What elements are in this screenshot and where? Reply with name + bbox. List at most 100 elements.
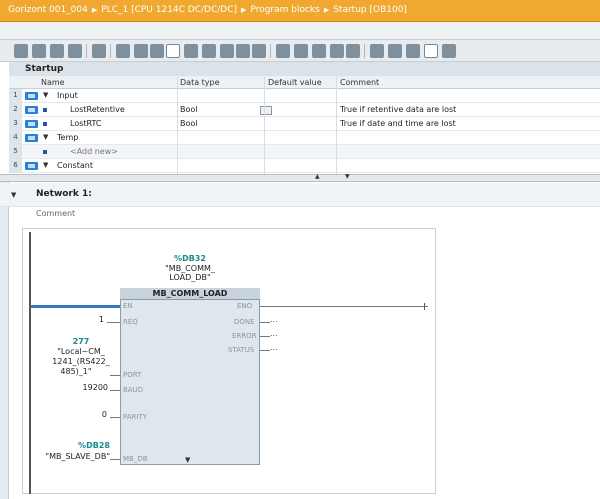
port-value[interactable]: 277 (55, 337, 107, 346)
instance-db-name-line1[interactable]: "MB_COMM_ (150, 264, 230, 273)
collapse-triangle-icon[interactable]: ▼ (43, 161, 48, 169)
outdent-icon[interactable] (388, 44, 402, 58)
insert-network-icon[interactable] (14, 44, 28, 58)
port-label-line1[interactable]: "Local~CM_ (45, 347, 117, 356)
function-block-title[interactable]: MB_COMM_LOAD (120, 288, 260, 300)
row-data-type[interactable]: Bool (180, 105, 198, 114)
panel-splitter[interactable] (0, 174, 600, 182)
eno-wire (260, 306, 428, 307)
row-data-type[interactable]: Bool (180, 119, 198, 128)
row-number: 1 (9, 89, 22, 103)
parity-value[interactable]: 0 (80, 410, 107, 419)
req-wire (107, 322, 120, 323)
row-number: 4 (9, 131, 22, 145)
row-name[interactable]: LostRTC (70, 119, 102, 128)
row-comment[interactable]: True if retentive data are lost (340, 105, 456, 114)
observe-icon[interactable] (406, 44, 420, 58)
column-data-type[interactable]: Data type (180, 78, 220, 87)
breadcrumb: Gorizont 001_004 ▶ PLC_1 [CPU 1214C DC/D… (8, 5, 407, 16)
table-view-icon[interactable] (150, 44, 164, 58)
error-output[interactable]: ... (270, 329, 278, 338)
pin-mb-db: MB_DB (123, 455, 148, 463)
row-name[interactable]: LostRetentive (70, 105, 125, 114)
interface-row[interactable]: 6 ▼ Constant (9, 159, 600, 173)
interface-title: Startup (9, 62, 600, 76)
comment-toggle-icon[interactable] (166, 44, 180, 58)
expand-icon[interactable] (184, 44, 198, 58)
splitter-arrows[interactable]: ▲ ▼ (315, 173, 355, 181)
add-row-icon[interactable] (68, 44, 82, 58)
instance-db-address[interactable]: %DB32 (160, 254, 220, 263)
breadcrumb-project[interactable]: Gorizont 001_004 (8, 5, 88, 16)
interface-row[interactable]: 2 LostRetentive Bool True if retentive d… (9, 103, 600, 117)
pin-eno: ENO (237, 302, 253, 310)
block-interface-panel: Startup Name Data type Default value Com… (0, 62, 600, 174)
mbdb-address[interactable]: %DB28 (70, 441, 118, 450)
interface-row[interactable]: 3 LostRTC Bool True if date and time are… (9, 117, 600, 131)
expand-block-icon[interactable]: ▼ (185, 456, 190, 464)
add-new-row[interactable]: <Add new> (70, 147, 118, 156)
network-comment[interactable]: Comment (36, 209, 75, 218)
done-wire (260, 322, 270, 323)
instance-db-name-line2[interactable]: LOAD_DB" (150, 273, 230, 282)
breadcrumb-program-blocks[interactable]: Program blocks (250, 5, 319, 16)
grid-view-icon[interactable] (134, 44, 148, 58)
compile-icon[interactable] (92, 44, 106, 58)
mbdb-name[interactable]: "MB_SLAVE_DB" (40, 452, 110, 461)
baud-value[interactable]: 19200 (70, 383, 108, 392)
interface-variable-icon (25, 120, 38, 128)
goto-next-icon[interactable] (294, 44, 308, 58)
collapse-triangle-icon[interactable]: ▼ (43, 91, 48, 99)
interface-row[interactable]: 5 <Add new> (9, 145, 600, 159)
column-default-value[interactable]: Default value (268, 78, 322, 87)
collapse-up-icon[interactable]: ▲ (315, 173, 320, 180)
interface-row[interactable]: 1 ▼ Input (9, 89, 600, 103)
delete-network-icon[interactable] (32, 44, 46, 58)
port-label-line2[interactable]: 1241_(RS422_ (45, 357, 117, 366)
list-view-icon[interactable] (116, 44, 130, 58)
monitor-icon[interactable] (330, 44, 344, 58)
status-output[interactable]: ... (270, 343, 278, 352)
breadcrumb-bar: Gorizont 001_004 ▶ PLC_1 [CPU 1214C DC/D… (0, 0, 600, 22)
interface-section-icon (25, 134, 38, 142)
glasses-icon[interactable] (424, 44, 438, 58)
chevron-right-icon: ▶ (323, 6, 330, 14)
toolbar-divider (110, 44, 111, 58)
row-name[interactable]: Temp (57, 133, 78, 142)
status-wire (260, 350, 270, 351)
enable-connection[interactable] (31, 305, 120, 308)
network-title[interactable]: Network 1: (36, 189, 92, 199)
open-all-icon[interactable] (220, 44, 234, 58)
mbdb-wire (110, 459, 120, 460)
pin-parity: PARITY (123, 413, 148, 421)
req-value[interactable]: 1 (70, 315, 104, 324)
row-number: 6 (9, 159, 22, 173)
collapse-icon[interactable] (202, 44, 216, 58)
filter-icon[interactable] (346, 44, 360, 58)
breadcrumb-plc[interactable]: PLC_1 [CPU 1214C DC/DC/DC] (101, 5, 237, 16)
breadcrumb-block[interactable]: Startup [OB100] (333, 5, 407, 16)
row-comment[interactable]: True if date and time are lost (340, 119, 456, 128)
chevron-right-icon: ▶ (241, 6, 247, 14)
indent-icon[interactable] (370, 44, 384, 58)
row-name[interactable]: Constant (57, 161, 93, 170)
interface-row[interactable]: 4 ▼ Temp (9, 131, 600, 145)
absolute-operand-icon[interactable] (312, 44, 326, 58)
favorites-icon[interactable] (252, 44, 266, 58)
close-all-icon[interactable] (236, 44, 250, 58)
done-output[interactable]: ... (270, 315, 278, 324)
row-name[interactable]: Input (57, 91, 78, 100)
baud-wire (110, 390, 120, 391)
port-label-line3[interactable]: 485)_1" (45, 367, 107, 376)
column-comment[interactable]: Comment (340, 78, 379, 87)
collapse-triangle-icon[interactable]: ▼ (43, 133, 48, 141)
error-wire (260, 336, 270, 337)
expand-down-icon[interactable]: ▼ (345, 173, 350, 180)
column-name[interactable]: Name (41, 78, 65, 87)
insert-row-icon[interactable] (50, 44, 64, 58)
network-header[interactable]: ▼ Network 1: (0, 183, 600, 207)
data-type-dropdown-icon[interactable] (260, 106, 272, 115)
layout-icon[interactable] (442, 44, 456, 58)
collapse-network-icon[interactable]: ▼ (11, 191, 16, 199)
goto-error-icon[interactable] (276, 44, 290, 58)
